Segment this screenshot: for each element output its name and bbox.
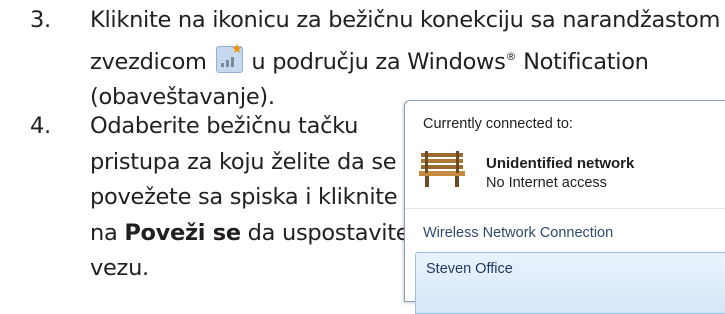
- step-3-line-2-start: zvezdicom: [90, 48, 207, 75]
- network-status: No Internet access: [486, 175, 607, 191]
- network-list-item[interactable]: Steven Office: [415, 252, 725, 314]
- divider: [405, 208, 725, 209]
- section-label: Wireless Network Connection: [423, 225, 614, 241]
- registered-mark: ®: [505, 49, 517, 63]
- network-popup: Currently connected to: Unidentified net…: [404, 100, 725, 314]
- step-4: 4. Odaberite bežičnu tačku pristupa za k…: [30, 109, 430, 289]
- step-3-line-2: zvezdicom ★ u području za Windows® Notif…: [90, 39, 720, 81]
- step-4-line-4-prefix: na: [90, 219, 118, 246]
- signal-bar-2: [225, 59, 229, 67]
- network-list-item-label: Steven Office: [426, 261, 513, 277]
- connect-term: Poveži se: [124, 219, 241, 246]
- orange-star-icon: ★: [231, 41, 243, 57]
- step-3-number: 3.: [30, 7, 51, 33]
- wireless-signal-icon: ★: [215, 41, 243, 73]
- step-4-line-3: povežete sa spiska i kliknite: [90, 184, 398, 210]
- bench-icon: [419, 151, 465, 187]
- step-3-line-2-middle: u području za Windows: [251, 48, 506, 75]
- signal-bar-3: [230, 56, 234, 67]
- popup-header: Currently connected to:: [423, 116, 573, 132]
- step-4-line-4-suffix: da uspostavite: [247, 219, 410, 246]
- step-4-line-4: na Poveži se da uspostavite: [90, 216, 410, 252]
- step-3-text: Kliknite na ikonicu za bežičnu konekciju…: [90, 3, 720, 116]
- step-4-line-5: vezu.: [90, 255, 149, 281]
- step-3-line-2-end: Notification: [523, 48, 649, 75]
- signal-bar-1: [220, 62, 224, 67]
- step-4-text: Odaberite bežičnu tačku pristupa za koju…: [90, 109, 410, 287]
- step-4-line-1: Odaberite bežičnu tačku: [90, 113, 359, 139]
- network-name: Unidentified network: [486, 155, 635, 172]
- step-4-line-2: pristupa za koju želite da se: [90, 148, 397, 175]
- step-3-line-1: Kliknite na ikonicu za bežičnu konekciju…: [90, 7, 721, 33]
- step-4-number: 4.: [30, 113, 51, 139]
- step-3: 3. Kliknite na ikonicu za bežičnu konekc…: [30, 3, 725, 113]
